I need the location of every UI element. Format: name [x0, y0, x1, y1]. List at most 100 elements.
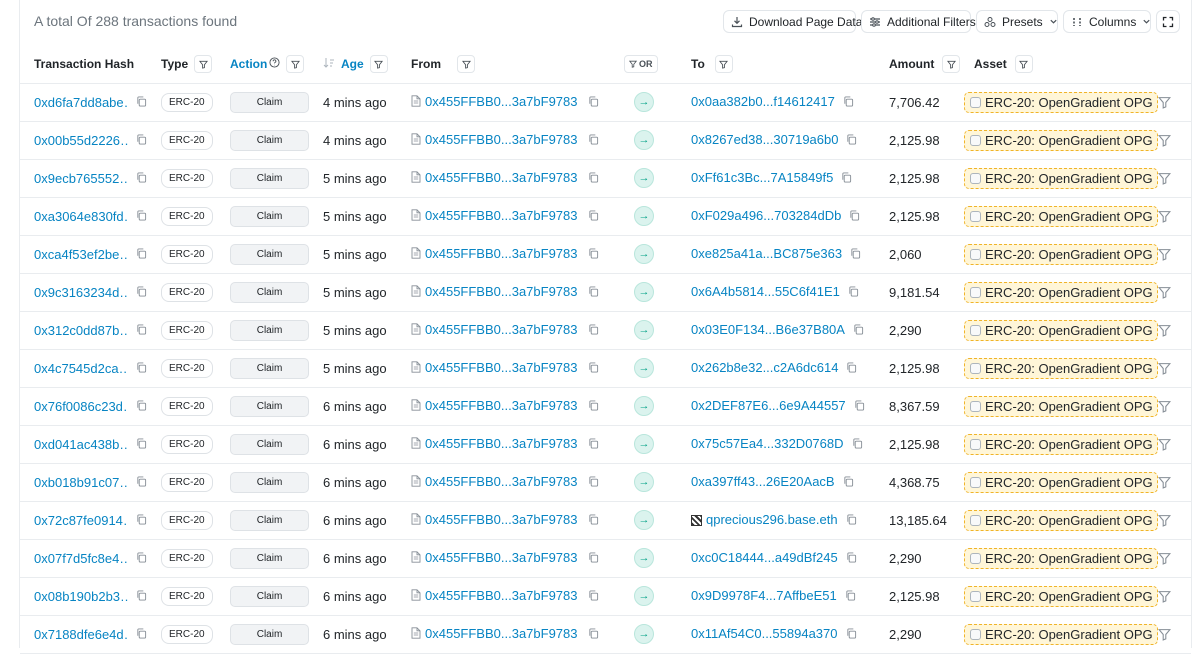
asset-badge[interactable]: ERC-20: OpenGradient OPG	[964, 357, 1158, 379]
copy-icon[interactable]	[850, 247, 861, 262]
from-address-link[interactable]: 0x455FFBB0...3a7bF9783	[425, 474, 578, 489]
from-address-link[interactable]: 0x455FFBB0...3a7bF9783	[425, 512, 578, 527]
copy-icon[interactable]	[588, 171, 599, 186]
tx-hash-link[interactable]: 0x76f0086c23d…	[34, 399, 128, 414]
presets-dropdown[interactable]: Presets	[976, 10, 1058, 33]
to-address-link[interactable]: 0x75c57Ea4...332D0768D	[691, 436, 844, 451]
copy-icon[interactable]	[846, 361, 857, 376]
copy-icon[interactable]	[849, 209, 860, 224]
to-address-link[interactable]: 0xFf61c3Bc...7A15849f5	[691, 170, 833, 185]
to-address-link[interactable]: qprecious296.base.eth	[706, 512, 838, 527]
additional-filters-button[interactable]: Additional Filters	[861, 10, 976, 33]
to-address-link[interactable]: 0x11Af54C0...55894a370	[691, 626, 838, 641]
asset-badge[interactable]: ERC-20: OpenGradient OPG	[964, 319, 1158, 341]
download-page-data-button[interactable]: Download Page Data	[723, 10, 862, 33]
filter-icon[interactable]	[1157, 248, 1171, 264]
copy-icon[interactable]	[136, 171, 147, 186]
tx-hash-link[interactable]: 0x72c87fe0914…	[34, 513, 128, 528]
copy-icon[interactable]	[588, 323, 599, 338]
tx-hash-link[interactable]: 0xd041ac438b…	[34, 437, 128, 452]
type-filter-icon[interactable]	[194, 55, 213, 74]
filter-icon[interactable]	[1157, 286, 1171, 302]
to-address-link[interactable]: 0x8267ed38...30719a6b0	[691, 132, 838, 147]
filter-icon[interactable]	[1157, 438, 1171, 454]
filter-icon[interactable]	[1157, 590, 1171, 606]
copy-icon[interactable]	[588, 551, 599, 566]
asset-badge[interactable]: ERC-20: OpenGradient OPG	[964, 395, 1158, 417]
from-address-link[interactable]: 0x455FFBB0...3a7bF9783	[425, 132, 578, 147]
tx-hash-link[interactable]: 0x9ecb765552…	[34, 171, 128, 186]
to-address-link[interactable]: 0xa397ff43...26E20AacB	[691, 474, 835, 489]
copy-icon[interactable]	[588, 95, 599, 110]
to-address-link[interactable]: 0xe825a41a...BC875e363	[691, 246, 842, 261]
to-address-link[interactable]: 0xF029a496...703284dDb	[691, 208, 841, 223]
asset-badge[interactable]: ERC-20: OpenGradient OPG	[964, 243, 1158, 265]
from-address-link[interactable]: 0x455FFBB0...3a7bF9783	[425, 360, 578, 375]
asset-badge[interactable]: ERC-20: OpenGradient OPG	[964, 509, 1158, 531]
copy-icon[interactable]	[136, 323, 147, 338]
copy-icon[interactable]	[136, 95, 147, 110]
from-address-link[interactable]: 0x455FFBB0...3a7bF9783	[425, 94, 578, 109]
copy-icon[interactable]	[588, 627, 599, 642]
asset-badge[interactable]: ERC-20: OpenGradient OPG	[964, 281, 1158, 303]
asset-badge[interactable]: ERC-20: OpenGradient OPG	[964, 129, 1158, 151]
copy-icon[interactable]	[136, 437, 147, 452]
copy-icon[interactable]	[853, 323, 864, 338]
copy-icon[interactable]	[588, 285, 599, 300]
filter-icon[interactable]	[1157, 134, 1171, 150]
from-address-link[interactable]: 0x455FFBB0...3a7bF9783	[425, 436, 578, 451]
to-address-link[interactable]: 0x0aa382b0...f14612417	[691, 94, 835, 109]
filter-icon[interactable]	[1157, 362, 1171, 378]
copy-icon[interactable]	[136, 551, 147, 566]
filter-icon[interactable]	[1157, 324, 1171, 340]
action-filter-icon[interactable]	[286, 55, 305, 74]
copy-icon[interactable]	[845, 589, 856, 604]
tx-hash-link[interactable]: 0xa3064e830fd…	[34, 209, 128, 224]
to-address-link[interactable]: 0x2DEF87E6...6e9A44557	[691, 398, 846, 413]
tx-hash-link[interactable]: 0x312c0dd87b…	[34, 323, 128, 338]
copy-icon[interactable]	[843, 475, 854, 490]
copy-icon[interactable]	[588, 133, 599, 148]
tx-hash-link[interactable]: 0x9c3163234d…	[34, 285, 128, 300]
filter-icon[interactable]	[1157, 628, 1171, 644]
copy-icon[interactable]	[854, 399, 865, 414]
copy-icon[interactable]	[846, 551, 857, 566]
tx-hash-link[interactable]: 0xb018b91c07…	[34, 475, 128, 490]
tx-hash-link[interactable]: 0x08b190b2b3…	[34, 589, 128, 604]
copy-icon[interactable]	[136, 285, 147, 300]
from-address-link[interactable]: 0x455FFBB0...3a7bF9783	[425, 550, 578, 565]
copy-icon[interactable]	[136, 209, 147, 224]
copy-icon[interactable]	[136, 133, 147, 148]
copy-icon[interactable]	[588, 361, 599, 376]
asset-badge[interactable]: ERC-20: OpenGradient OPG	[964, 433, 1158, 455]
from-address-link[interactable]: 0x455FFBB0...3a7bF9783	[425, 322, 578, 337]
asset-badge[interactable]: ERC-20: OpenGradient OPG	[964, 623, 1158, 645]
copy-icon[interactable]	[588, 209, 599, 224]
tx-hash-link[interactable]: 0xd6fa7dd8abe…	[34, 95, 128, 110]
to-address-link[interactable]: 0x6A4b5814...55C6f41E1	[691, 284, 840, 299]
to-address-link[interactable]: 0x9D9978F4...7AffbeE51	[691, 588, 837, 603]
copy-icon[interactable]	[843, 95, 854, 110]
fullscreen-button[interactable]	[1156, 10, 1180, 33]
asset-badge[interactable]: ERC-20: OpenGradient OPG	[964, 547, 1158, 569]
tx-hash-link[interactable]: 0x00b55d2226…	[34, 133, 128, 148]
filter-icon[interactable]	[1157, 210, 1171, 226]
asset-badge[interactable]: ERC-20: OpenGradient OPG	[964, 471, 1158, 493]
copy-icon[interactable]	[136, 475, 147, 490]
tx-hash-link[interactable]: 0x07f7d5fc8e4…	[34, 551, 128, 566]
copy-icon[interactable]	[588, 437, 599, 452]
copy-icon[interactable]	[136, 589, 147, 604]
amount-filter-icon[interactable]	[942, 55, 961, 74]
copy-icon[interactable]	[846, 513, 857, 528]
filter-icon[interactable]	[1157, 552, 1171, 568]
or-filter-button[interactable]: OR	[624, 55, 658, 74]
from-address-link[interactable]: 0x455FFBB0...3a7bF9783	[425, 626, 578, 641]
to-filter-icon[interactable]	[714, 55, 733, 74]
asset-filter-icon[interactable]	[1014, 55, 1033, 74]
copy-icon[interactable]	[588, 399, 599, 414]
from-filter-icon[interactable]	[457, 55, 475, 74]
copy-icon[interactable]	[588, 247, 599, 262]
from-address-link[interactable]: 0x455FFBB0...3a7bF9783	[425, 170, 578, 185]
copy-icon[interactable]	[136, 361, 147, 376]
age-filter-icon[interactable]	[369, 55, 388, 74]
